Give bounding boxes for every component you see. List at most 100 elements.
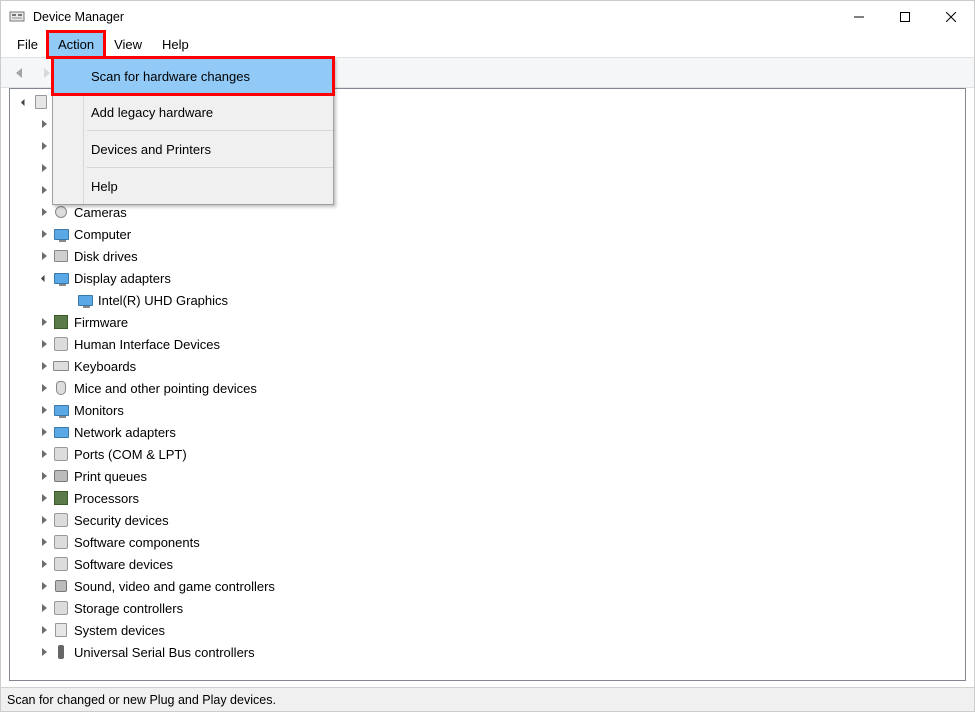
tree-item-label: Mice and other pointing devices <box>74 381 257 396</box>
expander-icon[interactable] <box>36 490 52 506</box>
expander-icon[interactable] <box>36 622 52 638</box>
expander-icon[interactable] <box>36 314 52 330</box>
tree-item[interactable]: Storage controllers <box>12 597 963 619</box>
menu-item-help[interactable]: Help <box>53 168 333 204</box>
expander-icon[interactable] <box>36 446 52 462</box>
expander-icon[interactable] <box>36 204 52 220</box>
monitor-icon <box>76 292 94 308</box>
tree-item[interactable]: Ports (COM & LPT) <box>12 443 963 465</box>
tree-item-label: Firmware <box>74 315 128 330</box>
tree-item-label: Intel(R) UHD Graphics <box>98 293 228 308</box>
expander-icon[interactable] <box>36 600 52 616</box>
tree-item[interactable]: Network adapters <box>12 421 963 443</box>
tree-item-label: Print queues <box>74 469 147 484</box>
expander-icon[interactable] <box>36 358 52 374</box>
tree-item-label: Security devices <box>74 513 169 528</box>
expander-icon[interactable] <box>36 270 52 286</box>
tree-item-label: Universal Serial Bus controllers <box>74 645 255 660</box>
statusbar: Scan for changed or new Plug and Play de… <box>1 687 974 711</box>
tree-item[interactable]: System devices <box>12 619 963 641</box>
expander-icon[interactable] <box>36 578 52 594</box>
tree-item-label: Monitors <box>74 403 124 418</box>
app-icon <box>9 9 25 25</box>
status-text: Scan for changed or new Plug and Play de… <box>7 693 276 707</box>
tree-item-label: Storage controllers <box>74 601 183 616</box>
expander-icon[interactable] <box>16 94 32 110</box>
tree-item-label: System devices <box>74 623 165 638</box>
menu-item-add-legacy[interactable]: Add legacy hardware <box>53 94 333 130</box>
tree-item-label: Human Interface Devices <box>74 337 220 352</box>
menubar: File Action View Help <box>1 32 974 57</box>
expander-icon[interactable] <box>36 248 52 264</box>
menu-help[interactable]: Help <box>152 32 199 57</box>
tree-item[interactable]: Computer <box>12 223 963 245</box>
menu-item-devices-printers[interactable]: Devices and Printers <box>53 131 333 167</box>
kb-icon <box>52 358 70 374</box>
expander-icon[interactable] <box>36 160 52 176</box>
expander-icon[interactable] <box>36 182 52 198</box>
expander-icon[interactable] <box>36 556 52 572</box>
tree-item[interactable]: Software devices <box>12 553 963 575</box>
tree-item[interactable]: Universal Serial Bus controllers <box>12 641 963 663</box>
tree-item[interactable]: Processors <box>12 487 963 509</box>
expander-icon[interactable] <box>36 116 52 132</box>
tree-item[interactable]: Display adapters <box>12 267 963 289</box>
tree-item[interactable]: Mice and other pointing devices <box>12 377 963 399</box>
tree-item[interactable]: Software components <box>12 531 963 553</box>
tree-item-label: Display adapters <box>74 271 171 286</box>
tree-item[interactable]: Sound, video and game controllers <box>12 575 963 597</box>
tree-item-label: Keyboards <box>74 359 136 374</box>
tree-item[interactable]: Security devices <box>12 509 963 531</box>
expander-icon[interactable] <box>36 534 52 550</box>
expander-icon <box>60 292 76 308</box>
back-button[interactable] <box>7 61 31 85</box>
tree-item[interactable]: Print queues <box>12 465 963 487</box>
minimize-button[interactable] <box>836 1 882 32</box>
monitor-icon <box>52 270 70 286</box>
expander-icon[interactable] <box>36 226 52 242</box>
maximize-button[interactable] <box>882 1 928 32</box>
window-title: Device Manager <box>33 10 124 24</box>
titlebar: Device Manager <box>1 1 974 32</box>
tree-item-label: Cameras <box>74 205 127 220</box>
sound-icon <box>52 578 70 594</box>
monitor-icon <box>52 402 70 418</box>
tree-item[interactable]: Human Interface Devices <box>12 333 963 355</box>
generic-icon <box>52 446 70 462</box>
monitor-icon <box>52 226 70 242</box>
menu-view[interactable]: View <box>104 32 152 57</box>
usb-icon <box>52 644 70 660</box>
disk-icon <box>52 248 70 264</box>
tree-item[interactable]: Keyboards <box>12 355 963 377</box>
close-button[interactable] <box>928 1 974 32</box>
expander-icon[interactable] <box>36 336 52 352</box>
generic-icon <box>52 600 70 616</box>
window-controls <box>836 1 974 32</box>
tree-item[interactable]: Disk drives <box>12 245 963 267</box>
tree-item-label: Network adapters <box>74 425 176 440</box>
expander-icon[interactable] <box>36 468 52 484</box>
menu-action[interactable]: Action <box>48 32 104 57</box>
chip-icon <box>52 490 70 506</box>
tree-item[interactable]: Intel(R) UHD Graphics <box>12 289 963 311</box>
tree-item-label: Sound, video and game controllers <box>74 579 275 594</box>
pc-icon <box>52 622 70 638</box>
tree-item-label: Software devices <box>74 557 173 572</box>
generic-icon <box>52 534 70 550</box>
menu-item-scan-hardware[interactable]: Scan for hardware changes <box>53 58 333 94</box>
tree-item[interactable]: Firmware <box>12 311 963 333</box>
expander-icon[interactable] <box>36 402 52 418</box>
tree-item-label: Ports (COM & LPT) <box>74 447 187 462</box>
menu-file[interactable]: File <box>7 32 48 57</box>
tree-item-label: Disk drives <box>74 249 138 264</box>
tree-item[interactable]: Monitors <box>12 399 963 421</box>
expander-icon[interactable] <box>36 644 52 660</box>
expander-icon[interactable] <box>36 138 52 154</box>
expander-icon[interactable] <box>36 512 52 528</box>
print-icon <box>52 468 70 484</box>
tree-item-label: Computer <box>74 227 131 242</box>
generic-icon <box>52 556 70 572</box>
mouse-icon <box>52 380 70 396</box>
expander-icon[interactable] <box>36 380 52 396</box>
expander-icon[interactable] <box>36 424 52 440</box>
